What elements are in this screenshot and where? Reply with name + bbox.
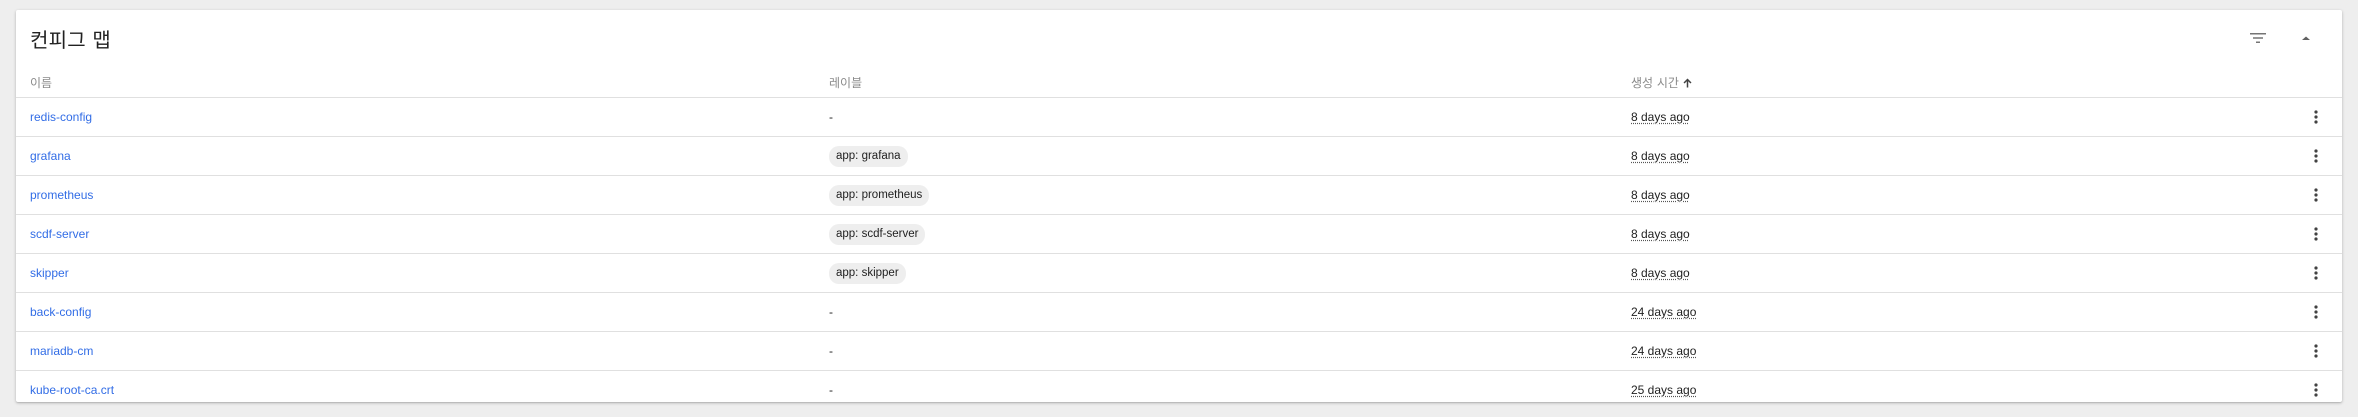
more-vert-icon bbox=[2314, 149, 2318, 163]
row-actions-button[interactable] bbox=[2302, 332, 2330, 370]
filter-list-icon bbox=[2250, 33, 2266, 43]
label-chip: app: grafana bbox=[829, 145, 908, 167]
configmap-name-link[interactable]: mariadb-cm bbox=[30, 344, 93, 358]
created-age: 24 days ago bbox=[1631, 344, 1697, 358]
table-row: mariadb-cm - 24 days ago bbox=[16, 332, 2342, 371]
configmap-name-link[interactable]: skipper bbox=[30, 266, 69, 280]
column-header-labels-label: 레이블 bbox=[829, 76, 863, 90]
label-empty: - bbox=[829, 305, 833, 319]
label-empty: - bbox=[829, 344, 833, 358]
configmap-name-link[interactable]: prometheus bbox=[30, 188, 93, 202]
more-vert-icon bbox=[2314, 227, 2318, 241]
label-chip: app: scdf-server bbox=[829, 223, 926, 245]
filter-button[interactable] bbox=[2242, 22, 2274, 54]
more-vert-icon bbox=[2314, 110, 2318, 124]
created-age: 8 days ago bbox=[1631, 188, 1690, 202]
column-header-name[interactable]: 이름 bbox=[30, 74, 52, 91]
created-age: 8 days ago bbox=[1631, 227, 1690, 241]
created-age: 25 days ago bbox=[1631, 383, 1697, 397]
created-age: 8 days ago bbox=[1631, 149, 1690, 163]
expand-less-icon bbox=[2302, 36, 2310, 40]
table-row: skipper app: skipper 8 days ago bbox=[16, 254, 2342, 293]
created-age: 8 days ago bbox=[1631, 110, 1690, 124]
configmap-name-link[interactable]: scdf-server bbox=[30, 227, 89, 241]
label-chip: app: prometheus bbox=[829, 184, 930, 206]
more-vert-icon bbox=[2314, 188, 2318, 202]
card-title: 컨피그 맵 bbox=[30, 28, 111, 52]
created-age: 8 days ago bbox=[1631, 266, 1690, 280]
table-row: back-config - 24 days ago bbox=[16, 293, 2342, 332]
label-empty: - bbox=[829, 383, 833, 397]
row-actions-button[interactable] bbox=[2302, 176, 2330, 214]
table-header: 이름 레이블 생성 시간 bbox=[16, 66, 2342, 98]
created-age: 24 days ago bbox=[1631, 305, 1697, 319]
more-vert-icon bbox=[2314, 305, 2318, 319]
row-actions-button[interactable] bbox=[2302, 137, 2330, 175]
configmap-name-link[interactable]: back-config bbox=[30, 305, 91, 319]
card-header: 컨피그 맵 bbox=[16, 10, 2342, 66]
more-vert-icon bbox=[2314, 266, 2318, 280]
table-row: redis-config - 8 days ago bbox=[16, 98, 2342, 137]
column-header-created[interactable]: 생성 시간 bbox=[1631, 74, 1692, 91]
more-vert-icon bbox=[2314, 383, 2318, 397]
table-row: kube-root-ca.crt - 25 days ago bbox=[16, 371, 2342, 409]
label-empty: - bbox=[829, 110, 833, 124]
configmap-name-link[interactable]: kube-root-ca.crt bbox=[30, 383, 114, 397]
table-row: grafana app: grafana 8 days ago bbox=[16, 137, 2342, 176]
table-row: prometheus app: prometheus 8 days ago bbox=[16, 176, 2342, 215]
row-actions-button[interactable] bbox=[2302, 98, 2330, 136]
table-row: scdf-server app: scdf-server 8 days ago bbox=[16, 215, 2342, 254]
row-actions-button[interactable] bbox=[2302, 215, 2330, 253]
column-header-labels: 레이블 bbox=[829, 74, 862, 91]
row-actions-button[interactable] bbox=[2302, 371, 2330, 409]
row-actions-button[interactable] bbox=[2302, 293, 2330, 331]
more-vert-icon bbox=[2314, 344, 2318, 358]
arrow-upward-icon bbox=[1683, 78, 1692, 88]
table-body: redis-config - 8 days ago grafana app: g… bbox=[16, 98, 2342, 409]
label-chip: app: skipper bbox=[829, 262, 906, 284]
collapse-button[interactable] bbox=[2290, 22, 2322, 54]
configmap-name-link[interactable]: redis-config bbox=[30, 110, 92, 124]
row-actions-button[interactable] bbox=[2302, 254, 2330, 292]
config-maps-card: 컨피그 맵 이름 레이블 생성 시간 redis-config - 8 days… bbox=[16, 10, 2342, 402]
configmap-name-link[interactable]: grafana bbox=[30, 149, 71, 163]
column-header-name-label: 이름 bbox=[30, 76, 53, 90]
column-header-created-label: 생성 시간 bbox=[1631, 76, 1679, 90]
config-maps-table: 이름 레이블 생성 시간 redis-config - 8 days ago g… bbox=[16, 66, 2342, 409]
